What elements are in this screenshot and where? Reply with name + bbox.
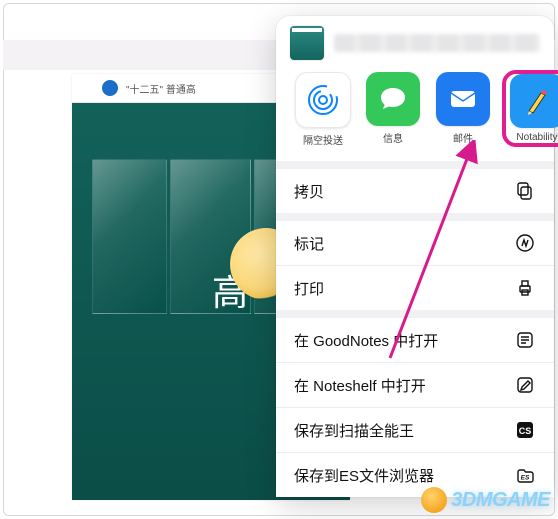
messages-icon [366,72,420,126]
esfile-action-icon: ES [514,464,536,486]
svg-text:CS: CS [519,426,532,436]
share-app-label: 隔空投送 [303,132,343,147]
share-header [276,16,554,72]
action-label: 标记 [294,233,324,254]
share-app-messages[interactable]: 信息 [364,72,422,145]
share-actions-list: 拷贝 标记 打印 在 GoodNotes 中打开 在 Noteshelf 中打开 [276,161,554,497]
share-app-airdrop[interactable]: 隔空投送 [294,72,352,147]
share-sheet: 隔空投送 信息 邮件 Notability [276,16,554,497]
share-app-row: 隔空投送 信息 邮件 Notability [276,72,554,161]
watermark: 3DMGAME [421,487,550,513]
approval-badge-icon [102,80,118,96]
document-title-placeholder [334,34,540,52]
print-icon [514,277,536,299]
action-label: 在 Noteshelf 中打开 [294,375,426,396]
markup-icon [514,232,536,254]
action-label: 打印 [294,278,324,299]
action-open-noteshelf[interactable]: 在 Noteshelf 中打开 [276,362,554,407]
document-thumbnail-icon [290,26,324,60]
action-markup[interactable]: 标记 [276,213,554,265]
svg-text:ES: ES [521,475,530,482]
action-label: 拷贝 [294,181,324,202]
share-app-label: 邮件 [453,130,473,145]
goodnotes-icon [514,329,536,351]
share-app-mail[interactable]: 邮件 [434,72,492,145]
mail-icon [436,72,490,126]
share-app-label: Notability [516,132,557,143]
noteshelf-icon [514,374,536,396]
camscan-icon: CS [514,419,536,441]
share-app-label: 信息 [383,130,403,145]
action-open-goodnotes[interactable]: 在 GoodNotes 中打开 [276,310,554,362]
share-app-notability[interactable]: Notability [504,72,558,145]
action-label: 在 GoodNotes 中打开 [294,330,438,351]
action-label: 保存到扫描全能王 [294,420,414,441]
notability-icon [510,74,558,128]
action-label: 保存到ES文件浏览器 [294,465,434,486]
watermark-mascot-icon [421,487,447,513]
action-print[interactable]: 打印 [276,265,554,310]
copy-icon [514,180,536,202]
airdrop-icon [295,72,351,128]
action-save-camscanner[interactable]: 保存到扫描全能王 CS [276,407,554,452]
watermark-text: 3DMGAME [451,489,550,512]
action-copy[interactable]: 拷贝 [276,169,554,213]
book-banner-text: "十二五" 普通高 [126,81,196,96]
